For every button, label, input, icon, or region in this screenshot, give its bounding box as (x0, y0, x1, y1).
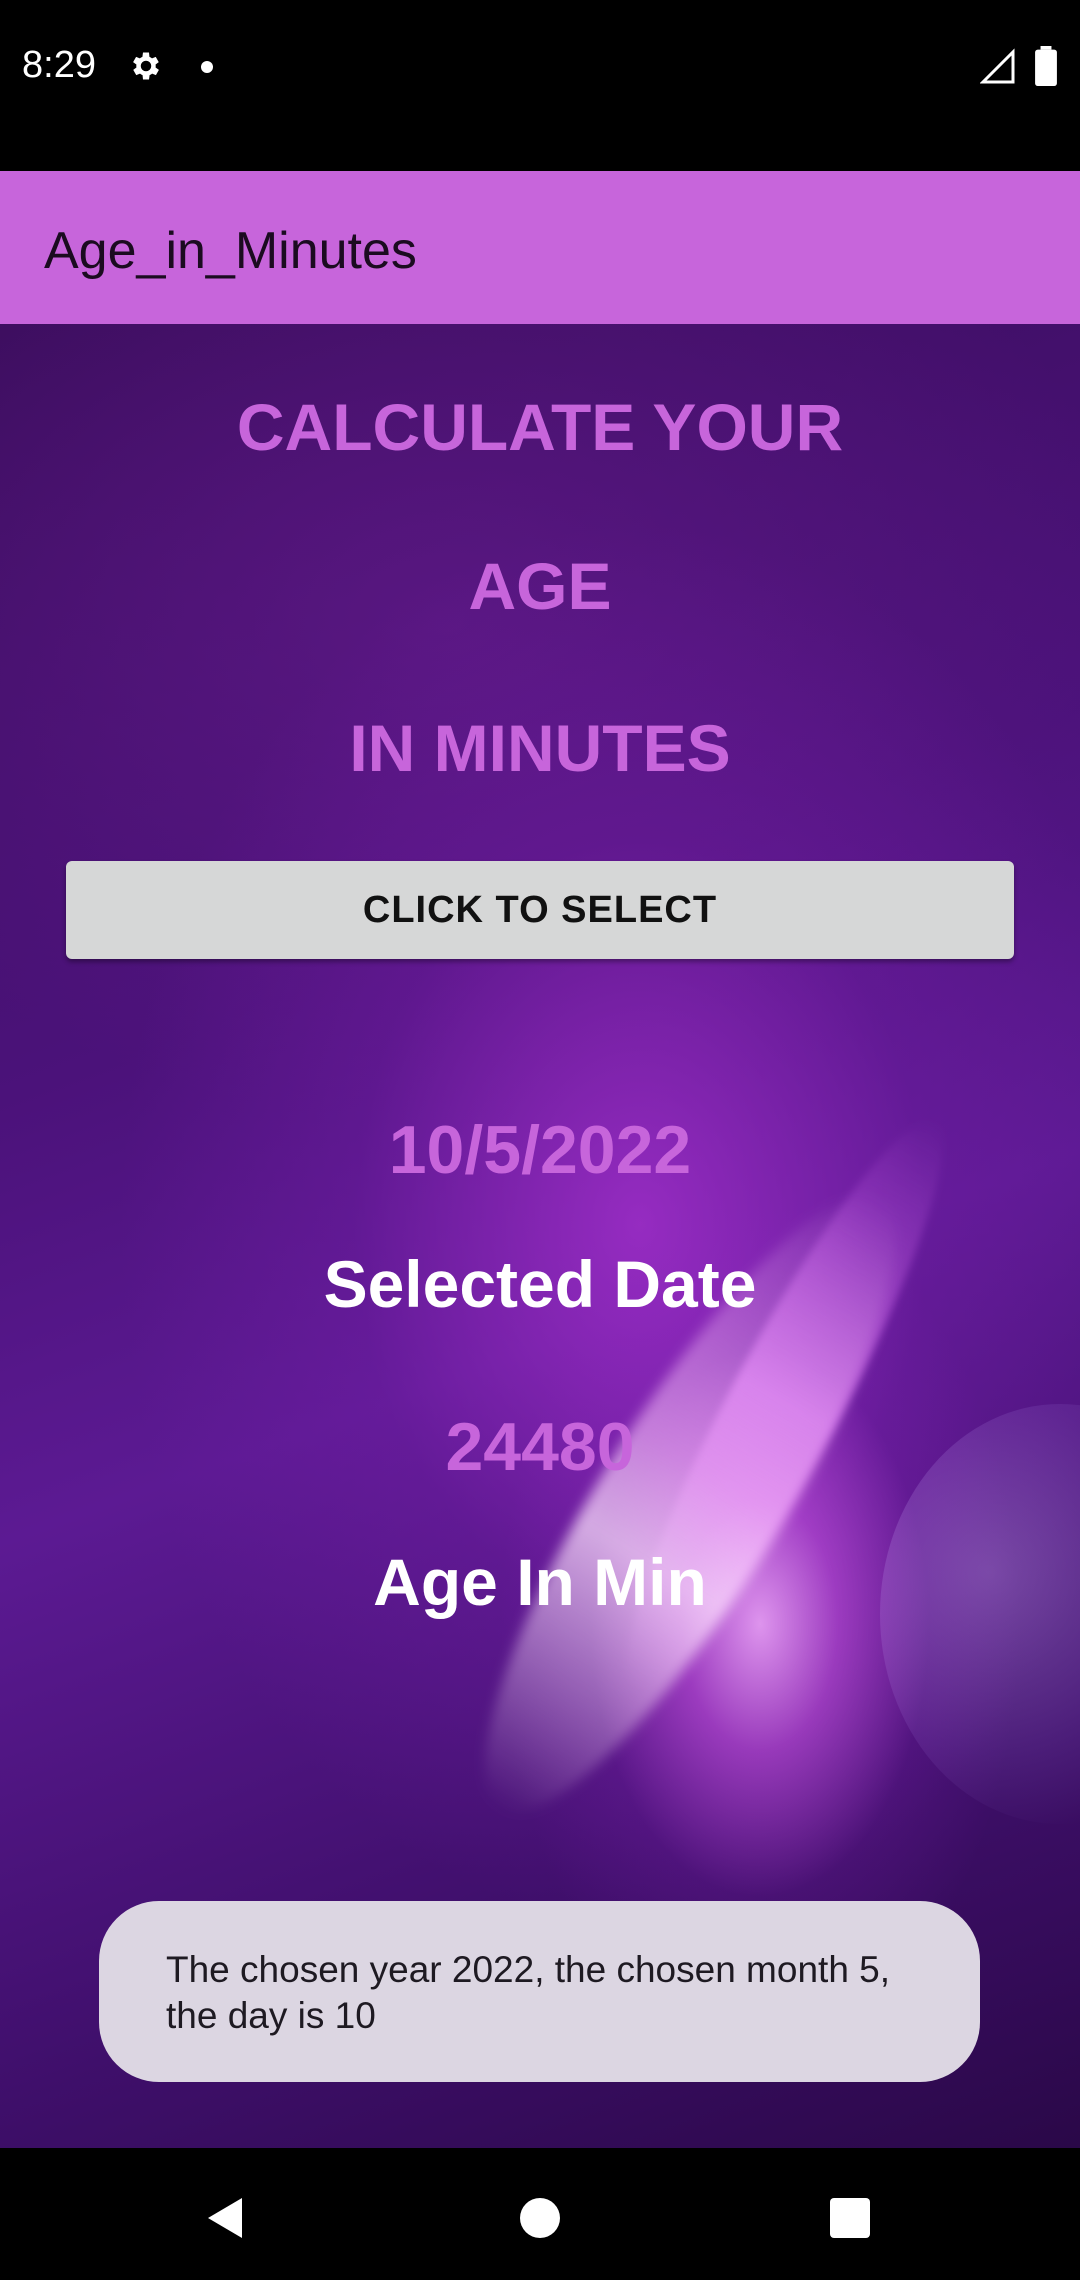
back-icon[interactable] (196, 2188, 256, 2248)
selected-date-value: 10/5/2022 (388, 1112, 692, 1188)
selected-date-label: Selected Date (323, 1247, 757, 1321)
main-content: CALCULATE YOUR AGE IN MINUTES CLICK TO S… (0, 324, 1080, 2148)
cell-signal-icon (980, 48, 1015, 84)
select-date-button[interactable]: CLICK TO SELECT (66, 861, 1014, 959)
age-in-minutes-label: Age In Min (373, 1545, 707, 1619)
toast-message: The chosen year 2022, the chosen month 5… (99, 1901, 980, 2082)
gear-icon (133, 52, 159, 80)
headline-line-3: IN MINUTES (349, 711, 731, 785)
notification-dot-icon (201, 61, 213, 73)
app-bar: Age_in_Minutes (0, 171, 1080, 324)
navigation-bar (0, 2148, 1080, 2280)
app-title: Age_in_Minutes (44, 222, 417, 280)
phone-screen: 8:29 Age_in_Minutes CALCULATE YOUR AGE I… (0, 0, 1080, 2280)
status-bar: 8:29 (0, 0, 1080, 171)
age-in-minutes-value: 24480 (445, 1409, 635, 1485)
headline-line-1: CALCULATE YOUR (236, 390, 844, 464)
status-time: 8:29 (22, 44, 96, 86)
battery-icon (1035, 46, 1057, 86)
home-icon[interactable] (510, 2188, 570, 2248)
headline-line-2: AGE (468, 549, 612, 623)
recents-icon[interactable] (820, 2188, 880, 2248)
